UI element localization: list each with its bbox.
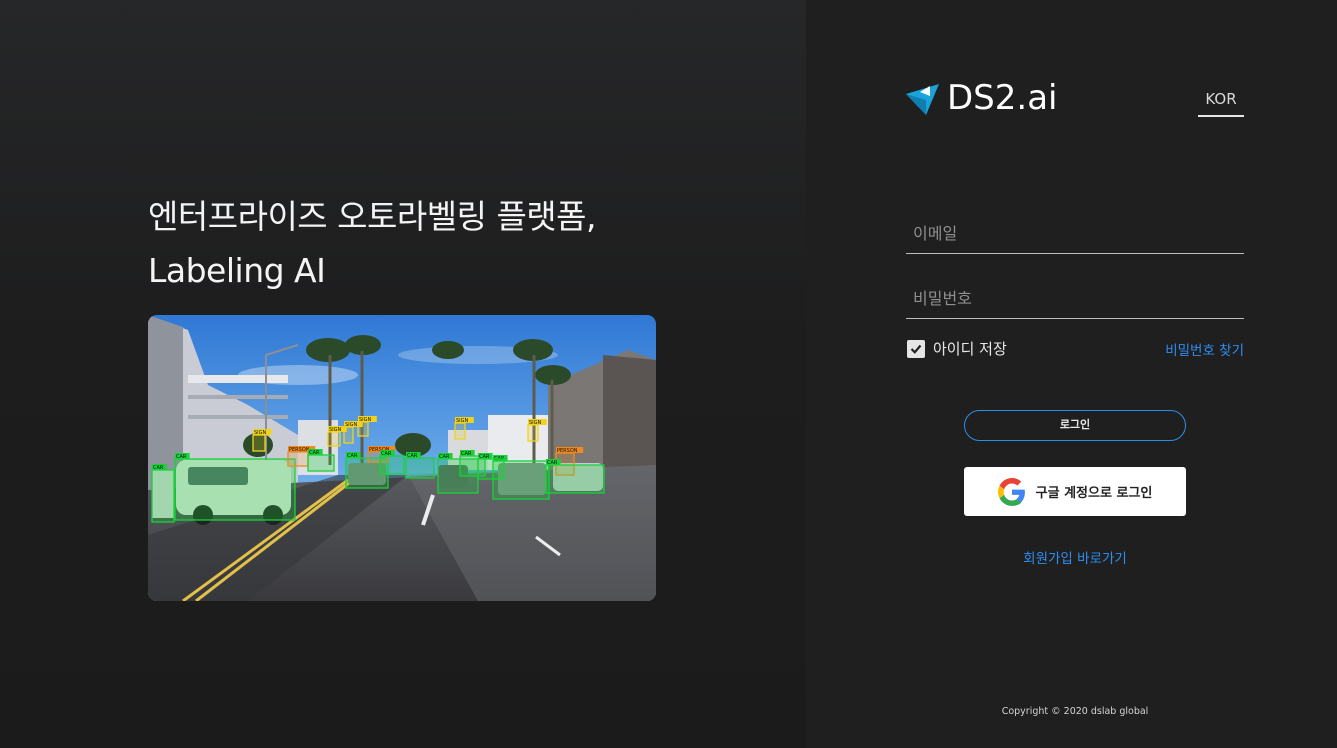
label-tag-text: SIGN [345, 422, 358, 428]
label-box [527, 424, 539, 442]
label-tag-text: SIGN [254, 430, 267, 436]
label-box [405, 457, 435, 479]
label-box [287, 451, 309, 467]
label-box [545, 464, 605, 494]
brand-logo: DS2.ai [906, 78, 1057, 118]
label-tag-text: CAR [479, 454, 490, 460]
ds2-logo-icon [906, 83, 939, 115]
copyright-text: Copyright © 2020 dslab global [1001, 706, 1149, 717]
label-box [327, 431, 341, 447]
label-tag-text: SIGN [329, 427, 342, 433]
language-selector[interactable]: KOR [1198, 87, 1244, 117]
label-tag-text: CAR [153, 465, 164, 471]
forgot-password-link[interactable]: 비밀번호 찾기 [1165, 339, 1244, 359]
hero-headline-line1: 엔터프라이즈 오토라벨링 플랫폼, [148, 197, 597, 236]
google-icon [997, 477, 1025, 506]
google-login-label: 구글 계정으로 로그인 [1035, 486, 1153, 501]
label-tag-text: PERSON [557, 448, 578, 454]
label-box [477, 458, 505, 480]
label-box [307, 454, 335, 472]
email-input[interactable] [906, 214, 1244, 254]
checkbox-checked-icon[interactable] [907, 339, 925, 358]
remember-id-label: 아이디 저장 [933, 340, 1007, 358]
remember-id-checkbox[interactable]: 아이디 저장 [907, 338, 1007, 359]
label-box [379, 455, 405, 475]
label-tag-text: CAR [547, 460, 558, 466]
label-tag-text: SIGN [456, 418, 469, 424]
signup-link[interactable]: 회원가입 바로가기 [964, 547, 1186, 567]
label-box [357, 421, 369, 437]
hero-headline: 엔터프라이즈 오토라벨링 플랫폼, Labeling AI [148, 190, 597, 298]
label-tag-text: CAR [407, 453, 418, 459]
label-tag-text: CAR [439, 454, 450, 460]
label-tag-text: PERSON [289, 447, 310, 453]
label-box [252, 434, 266, 452]
label-tag-text: CAR [381, 451, 392, 457]
label-box [343, 426, 354, 444]
label-tag-text: CAR [461, 451, 472, 457]
label-box [454, 422, 466, 440]
label-tag-text: CAR [347, 453, 358, 459]
label-box [174, 458, 296, 521]
hero-headline-line2: Labeling AI [148, 251, 326, 290]
label-tag-text: SIGN [529, 420, 542, 426]
label-box [151, 469, 175, 523]
label-tag-text: SIGN [359, 417, 372, 423]
hero-panel: 엔터프라이즈 오토라벨링 플랫폼, Labeling AI CAR CAR SI… [0, 0, 806, 748]
login-panel: DS2.ai KOR 아이디 저장 비밀번호 찾기 로그인 구글 계정으로 로그… [806, 0, 1337, 748]
brand-name: DS2.ai [947, 78, 1058, 118]
hero-image: CAR CAR SIGN PERSON CAR SIGN CAR SIGN PERSON CAR S… [148, 315, 656, 601]
label-tag-text: CAR [309, 450, 320, 456]
google-login-button[interactable]: 구글 계정으로 로그인 [964, 467, 1186, 516]
login-button[interactable]: 로그인 [964, 410, 1186, 441]
password-input[interactable] [906, 279, 1244, 319]
label-tag-text: CAR [176, 454, 187, 460]
